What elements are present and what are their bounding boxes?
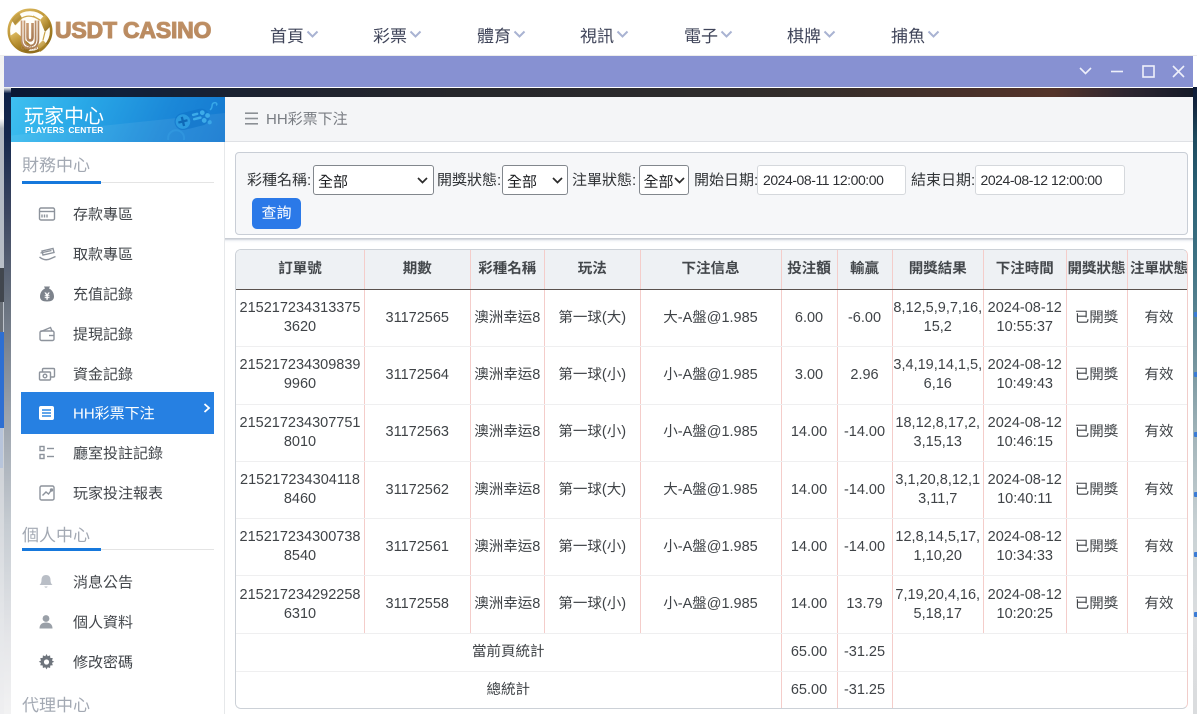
svg-text:Casino: Casino [21,46,40,52]
